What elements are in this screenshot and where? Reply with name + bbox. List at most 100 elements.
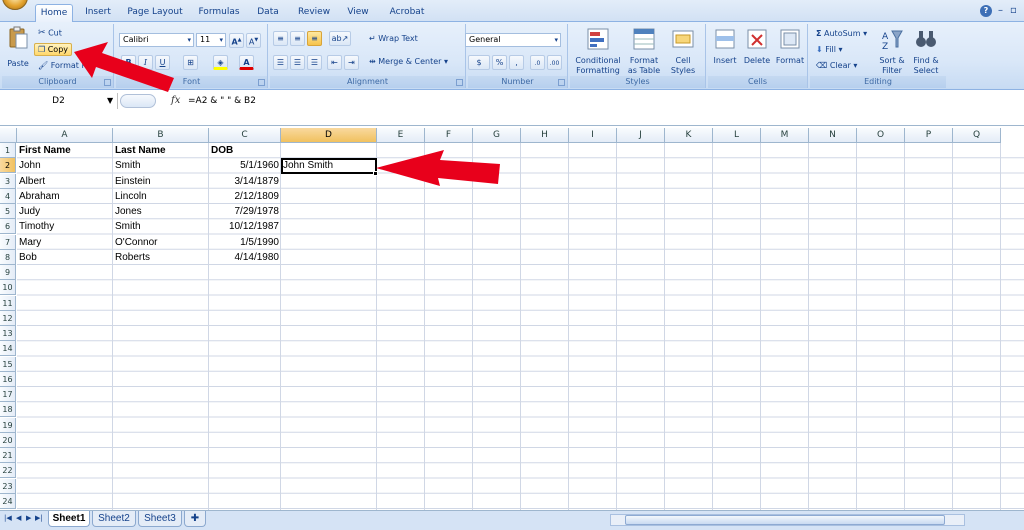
alignment-dialog-launcher-icon[interactable]: [456, 79, 463, 86]
cell-a7[interactable]: Mary: [17, 235, 113, 250]
row-header-12[interactable]: 12: [0, 310, 16, 326]
row-header-22[interactable]: 22: [0, 463, 16, 479]
tab-view[interactable]: View: [342, 4, 374, 22]
cell-b6[interactable]: Smith: [113, 219, 209, 234]
row-header-17[interactable]: 17: [0, 387, 16, 402]
row-header-24[interactable]: 24: [0, 493, 16, 509]
column-header-i[interactable]: I: [569, 128, 617, 143]
cell-b2[interactable]: Smith: [113, 158, 209, 173]
row-header-14[interactable]: 14: [0, 341, 16, 357]
font-dialog-launcher-icon[interactable]: [258, 79, 265, 86]
font-size-select[interactable]: 11 ▾: [196, 33, 226, 47]
align-left-button[interactable]: ☰: [273, 55, 288, 70]
cell-a5[interactable]: Judy: [17, 204, 113, 219]
bold-button[interactable]: B: [121, 55, 136, 70]
underline-button[interactable]: U: [155, 55, 170, 70]
cell-a8[interactable]: Bob: [17, 250, 113, 265]
cell-a2[interactable]: John: [17, 158, 113, 173]
cell-b3[interactable]: Einstein: [113, 174, 209, 189]
row-header-1[interactable]: 1: [0, 143, 16, 158]
row-header-4[interactable]: 4: [0, 188, 16, 204]
increase-decimal-button[interactable]: .0: [530, 55, 545, 70]
row-header-9[interactable]: 9: [0, 265, 16, 280]
number-dialog-launcher-icon[interactable]: [558, 79, 565, 86]
center-button[interactable]: ☰: [290, 55, 305, 70]
tab-data[interactable]: Data: [252, 4, 284, 22]
formula-bar-splitter[interactable]: [118, 93, 158, 109]
horizontal-scroll-thumb[interactable]: [625, 515, 945, 525]
column-header-e[interactable]: E: [377, 128, 425, 143]
row-header-23[interactable]: 23: [0, 478, 16, 494]
cell-c1[interactable]: DOB: [209, 143, 281, 158]
row-header-3[interactable]: 3: [0, 173, 16, 189]
increase-indent-button[interactable]: ⇥: [344, 55, 359, 70]
row-header-13[interactable]: 13: [0, 326, 16, 341]
cell-c2[interactable]: 5/1/1960: [209, 158, 281, 173]
column-header-m[interactable]: M: [761, 128, 809, 143]
column-header-f[interactable]: F: [425, 128, 473, 143]
top-align-button[interactable]: ≡: [273, 31, 288, 46]
select-all-corner[interactable]: [0, 128, 17, 143]
fill-button[interactable]: ⬇ Fill ▾: [816, 45, 843, 54]
fill-color-button[interactable]: ◈: [213, 55, 228, 70]
shrink-font-button[interactable]: A▼: [246, 33, 261, 48]
cell-b4[interactable]: Lincoln: [113, 189, 209, 204]
wrap-text-button[interactable]: ↵ Wrap Text: [369, 34, 418, 43]
row-header-2[interactable]: 2: [0, 158, 16, 174]
row-header-16[interactable]: 16: [0, 371, 16, 387]
font-color-button[interactable]: A: [239, 55, 254, 70]
tab-page-layout[interactable]: Page Layout: [125, 4, 185, 22]
cell-c3[interactable]: 3/14/1879: [209, 174, 281, 189]
cell-b5[interactable]: Jones: [113, 204, 209, 219]
copy-button[interactable]: ❐ Copy: [34, 43, 73, 56]
autosum-button[interactable]: Σ AutoSum ▾: [816, 29, 867, 38]
orientation-button[interactable]: ab↗: [329, 31, 351, 46]
conditional-formatting-button[interactable]: Conditional Formatting: [572, 27, 624, 76]
column-header-l[interactable]: L: [713, 128, 761, 143]
sheet-tab-sheet1[interactable]: Sheet1: [48, 511, 90, 527]
row-header-18[interactable]: 18: [0, 402, 16, 418]
insert-function-icon[interactable]: fx: [171, 93, 180, 109]
middle-align-button[interactable]: ≡: [290, 31, 305, 46]
help-icon[interactable]: ?: [980, 5, 992, 17]
minimize-icon[interactable]: –: [998, 5, 1003, 16]
next-sheet-icon[interactable]: ▶: [26, 514, 31, 522]
number-format-select[interactable]: General ▾: [465, 33, 561, 47]
grow-font-button[interactable]: A▲: [229, 33, 244, 48]
cell-c5[interactable]: 7/29/1978: [209, 204, 281, 219]
cell-b7[interactable]: O'Connor: [113, 235, 209, 250]
column-header-q[interactable]: Q: [953, 128, 1001, 143]
column-header-b[interactable]: B: [113, 128, 209, 143]
column-header-g[interactable]: G: [473, 128, 521, 143]
tab-review[interactable]: Review: [293, 4, 335, 22]
column-header-n[interactable]: N: [809, 128, 857, 143]
percent-button[interactable]: %: [492, 55, 507, 70]
currency-button[interactable]: $: [468, 55, 490, 70]
column-header-j[interactable]: J: [617, 128, 665, 143]
formula-input[interactable]: =A2 & " " & B2: [188, 93, 256, 109]
decrease-indent-button[interactable]: ⇤: [327, 55, 342, 70]
insert-cells-button[interactable]: Insert: [710, 27, 740, 66]
font-name-select[interactable]: Calibri ▾: [119, 33, 194, 47]
comma-button[interactable]: ,: [509, 55, 524, 70]
column-header-d[interactable]: D: [281, 128, 377, 143]
cell-a1[interactable]: First Name: [17, 143, 113, 158]
cell-b8[interactable]: Roberts: [113, 250, 209, 265]
borders-button[interactable]: ⊞: [183, 55, 198, 70]
bottom-align-button[interactable]: ≡: [307, 31, 322, 46]
row-header-5[interactable]: 5: [0, 204, 16, 219]
format-painter-button[interactable]: 🖌 Format Pai: [38, 61, 93, 70]
italic-button[interactable]: I: [138, 55, 153, 70]
column-header-a[interactable]: A: [17, 128, 113, 143]
name-box[interactable]: D2: [0, 93, 118, 109]
sheet-tab-sheet3[interactable]: Sheet3: [138, 511, 182, 527]
first-sheet-icon[interactable]: |◀: [4, 514, 12, 522]
row-header-8[interactable]: 8: [0, 249, 16, 265]
tab-formulas[interactable]: Formulas: [193, 4, 245, 22]
row-header-11[interactable]: 11: [0, 295, 16, 311]
cell-c8[interactable]: 4/14/1980: [209, 250, 281, 265]
tab-acrobat[interactable]: Acrobat: [384, 4, 430, 22]
find-select-button[interactable]: Find & Select: [910, 27, 942, 76]
cell-styles-button[interactable]: Cell Styles: [666, 27, 700, 76]
chevron-down-icon[interactable]: ▼: [107, 93, 113, 109]
